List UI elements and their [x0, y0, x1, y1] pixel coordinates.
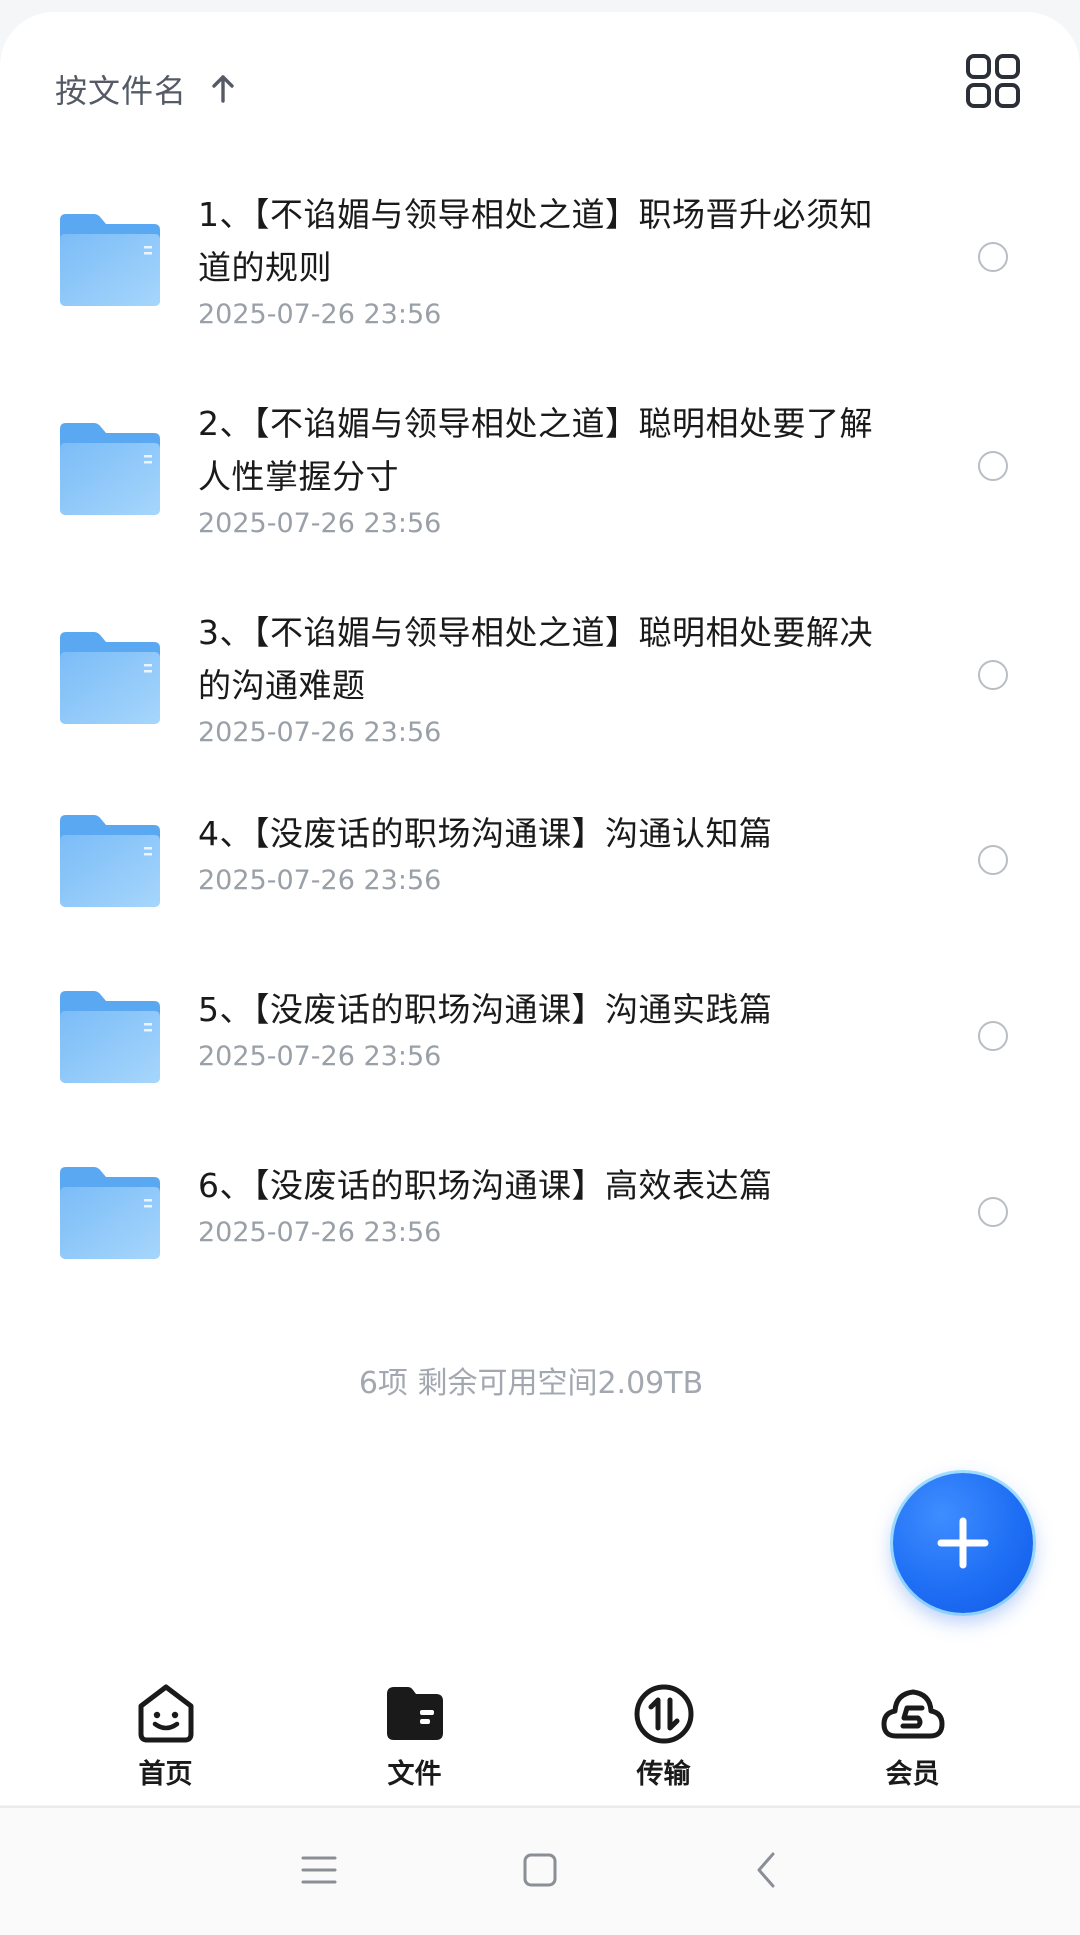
file-name: 6、【没废话的职场沟通课】高效表达篇 — [198, 1166, 773, 1205]
select-checkbox[interactable] — [978, 1021, 1008, 1051]
folder-icon — [60, 214, 160, 306]
home-square-icon[interactable] — [518, 1848, 562, 1892]
sort-control[interactable]: 按文件名 — [55, 64, 239, 114]
folder-icon — [60, 632, 160, 724]
file-date: 2025-07-26 23:56 — [198, 1217, 442, 1248]
tab-label: 文件 — [387, 1759, 442, 1790]
file-row[interactable]: 5、【没废话的职场沟通课】沟通实践篇 2025-07-26 23:56 — [0, 971, 1080, 1147]
folder-icon — [60, 1167, 160, 1259]
file-date: 2025-07-26 23:56 — [198, 865, 442, 896]
file-row[interactable]: 6、【没废话的职场沟通课】高效表达篇 2025-07-26 23:56 — [0, 1147, 1080, 1323]
file-name: 2、【不谄媚与领导相处之道】聪明相处要了解人性掌握分寸 — [198, 404, 873, 496]
system-navigation-bar — [0, 1808, 1080, 1935]
file-name: 5、【没废话的职场沟通课】沟通实践篇 — [198, 990, 773, 1029]
folder-icon — [60, 423, 160, 515]
storage-summary: 6项 剩余可用空间2.09TB — [358, 1366, 704, 1401]
file-row[interactable]: 4、【没废话的职场沟通课】沟通认知篇 2025-07-26 23:56 — [0, 795, 1080, 971]
file-row[interactable]: 3、【不谄媚与领导相处之道】聪明相处要解决的沟通难题 2025-07-26 23… — [0, 586, 1080, 795]
folder-icon — [60, 991, 160, 1083]
arrow-up-icon — [212, 75, 234, 103]
tab-label: 会员 — [885, 1759, 940, 1790]
grid-view-icon[interactable] — [964, 52, 1022, 110]
file-date: 2025-07-26 23:56 — [198, 299, 442, 330]
file-list: 1、【不谄媚与领导相处之道】职场晋升必须知道的规则 2025-07-26 23:… — [0, 168, 1080, 1323]
plus-icon — [937, 1517, 989, 1569]
home-smile-icon — [138, 1684, 193, 1743]
app-screen: 按文件名 1、【不谄媚与领导相处之道】职场晋升必须知道的规则 2025-07-2… — [0, 0, 1080, 1935]
file-row[interactable]: 1、【不谄媚与领导相处之道】职场晋升必须知道的规则 2025-07-26 23:… — [0, 168, 1080, 377]
sort-label: 按文件名 — [55, 72, 188, 110]
select-checkbox[interactable] — [978, 242, 1008, 272]
file-name: 3、【不谄媚与领导相处之道】聪明相处要解决的沟通难题 — [198, 613, 873, 705]
select-checkbox[interactable] — [978, 1197, 1008, 1227]
add-button[interactable] — [893, 1473, 1033, 1613]
menu-icon[interactable] — [297, 1848, 341, 1892]
file-date: 2025-07-26 23:56 — [198, 1041, 442, 1072]
file-row[interactable]: 2、【不谄媚与领导相处之道】聪明相处要了解人性掌握分寸 2025-07-26 2… — [0, 377, 1080, 586]
tab-transfer[interactable]: 传输 — [539, 1670, 788, 1806]
bottom-tab-bar: 首页 文件 传输 会员 — [0, 1670, 1080, 1806]
tab-vip[interactable]: 会员 — [788, 1670, 1037, 1806]
select-checkbox[interactable] — [978, 451, 1008, 481]
select-checkbox[interactable] — [978, 845, 1008, 875]
file-name: 1、【不谄媚与领导相处之道】职场晋升必须知道的规则 — [198, 195, 873, 287]
tab-label: 传输 — [636, 1759, 691, 1790]
select-checkbox[interactable] — [978, 660, 1008, 690]
file-date: 2025-07-26 23:56 — [198, 717, 442, 748]
folder-icon — [386, 1687, 443, 1740]
file-date: 2025-07-26 23:56 — [198, 508, 442, 539]
cloud-vip-icon — [881, 1689, 944, 1739]
file-name: 4、【没废话的职场沟通课】沟通认知篇 — [198, 814, 773, 853]
tab-home[interactable]: 首页 — [41, 1670, 290, 1806]
tab-label: 首页 — [138, 1759, 193, 1790]
tab-files[interactable]: 文件 — [290, 1670, 539, 1806]
back-icon[interactable] — [745, 1848, 789, 1892]
folder-icon — [60, 815, 160, 907]
transfer-icon — [634, 1684, 693, 1744]
